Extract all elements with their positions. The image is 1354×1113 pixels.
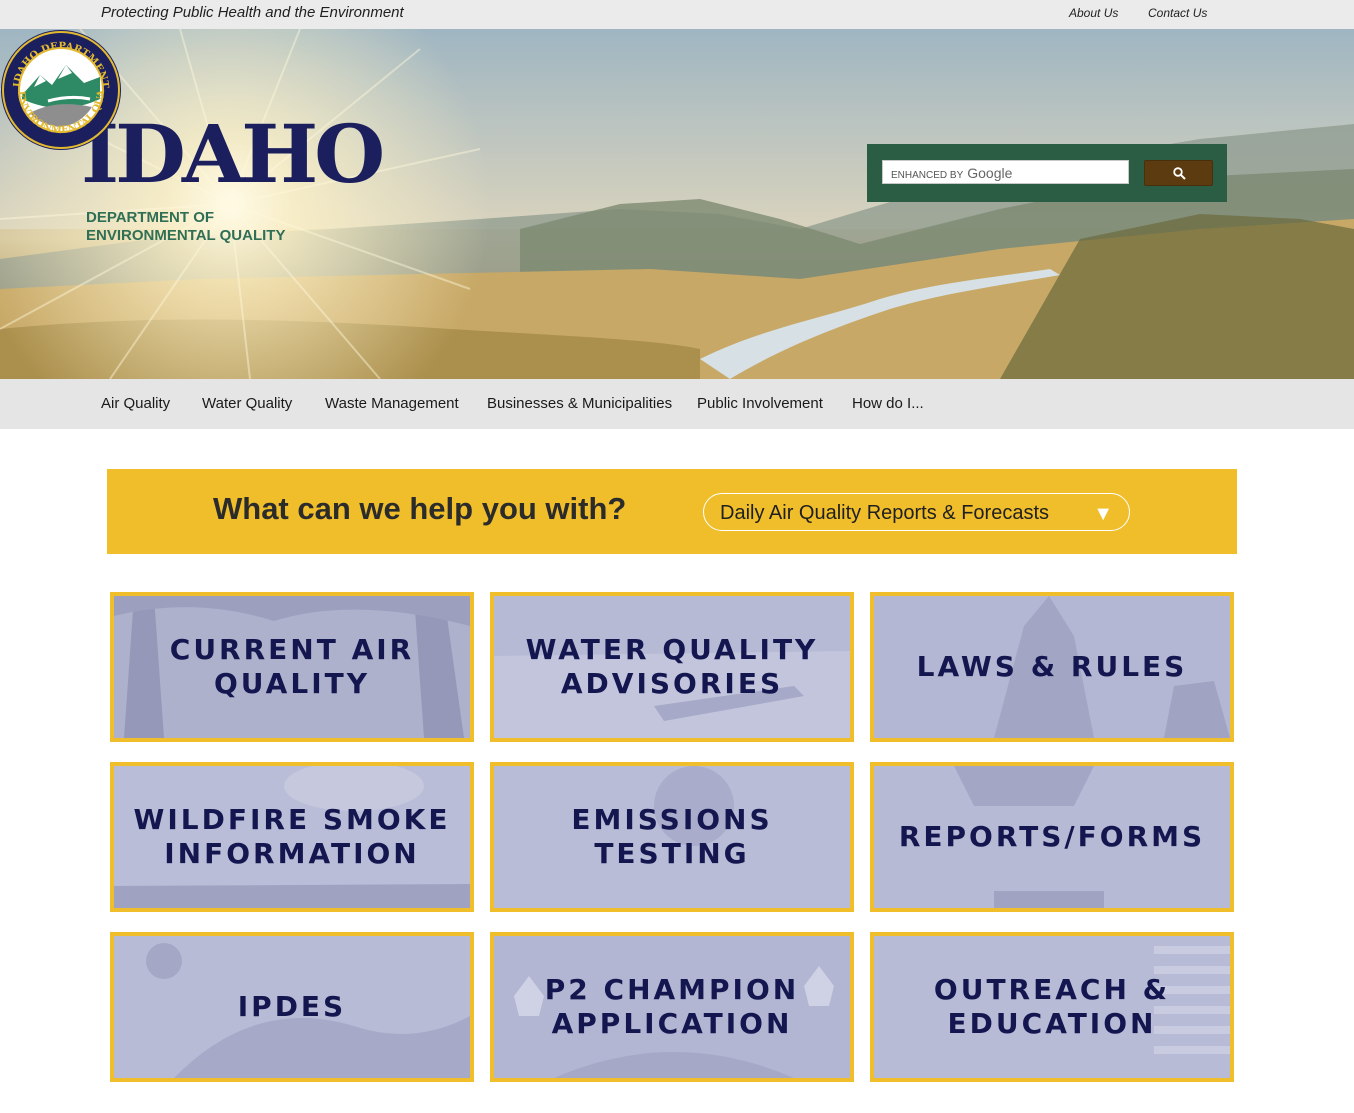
nav-air-quality[interactable]: Air Quality <box>101 395 170 412</box>
tile-reports-forms[interactable]: REPORTS/FORMS <box>870 762 1234 912</box>
hero-banner: IDAHO DEPARTMENT OF ENVIRONMENTAL QUALIT… <box>0 29 1354 379</box>
contact-us-link[interactable]: Contact Us <box>1148 6 1207 20</box>
help-topic-select[interactable]: Daily Air Quality Reports & Forecasts ▼ <box>703 493 1130 531</box>
deq-seal-icon: IDAHO DEPARTMENT OF ENVIRONMENTAL QUALIT… <box>0 29 121 150</box>
top-utility-bar: Protecting Public Health and the Environ… <box>0 0 1354 29</box>
tile-wildfire-smoke-information[interactable]: WILDFIRE SMOKE INFORMATION <box>110 762 474 912</box>
department-name: DEPARTMENT OF ENVIRONMENTAL QUALITY <box>86 209 285 245</box>
search-input[interactable] <box>882 160 1129 184</box>
idaho-logo[interactable]: IDAHO <box>81 114 385 194</box>
tile-p2-champion-application[interactable]: P2 CHAMPION APPLICATION <box>490 932 854 1082</box>
tile-label: P2 CHAMPION APPLICATION <box>544 973 800 1040</box>
tile-label: LAWS & RULES <box>916 650 1188 683</box>
nav-businesses-municipalities[interactable]: Businesses & Municipalities <box>487 395 672 412</box>
site-tagline: Protecting Public Health and the Environ… <box>101 4 404 21</box>
search-icon <box>1173 167 1186 180</box>
nav-how-do-i[interactable]: How do I... <box>852 395 924 412</box>
nav-water-quality[interactable]: Water Quality <box>202 395 292 412</box>
help-question: What can we help you with? <box>213 491 627 526</box>
dropdown-arrow-icon: ▼ <box>1093 503 1113 525</box>
department-name-line1: DEPARTMENT OF <box>86 209 215 226</box>
nav-public-involvement[interactable]: Public Involvement <box>697 395 823 412</box>
tile-water-quality-advisories[interactable]: WATER QUALITY ADVISORIES <box>490 592 854 742</box>
tile-label: OUTREACH & EDUCATION <box>933 973 1171 1040</box>
department-name-line2: ENVIRONMENTAL QUALITY <box>86 227 286 244</box>
tile-label: EMISSIONS TESTING <box>571 803 773 870</box>
search-button[interactable] <box>1144 160 1213 186</box>
tile-label: WILDFIRE SMOKE INFORMATION <box>133 803 451 870</box>
tile-current-air-quality[interactable]: CURRENT AIR QUALITY <box>110 592 474 742</box>
tile-outreach-education[interactable]: OUTREACH & EDUCATION <box>870 932 1234 1082</box>
tile-label: REPORTS/FORMS <box>898 820 1206 853</box>
landscape-illustration <box>0 29 1354 379</box>
nav-waste-management[interactable]: Waste Management <box>325 395 459 412</box>
help-banner: What can we help you with? Daily Air Qua… <box>107 469 1237 554</box>
tile-label: WATER QUALITY ADVISORIES <box>525 633 819 700</box>
help-topic-selected: Daily Air Quality Reports & Forecasts <box>720 502 1049 524</box>
tile-ipdes[interactable]: IPDES <box>110 932 474 1082</box>
tile-laws-rules[interactable]: LAWS & RULES <box>870 592 1234 742</box>
tile-emissions-testing[interactable]: EMISSIONS TESTING <box>490 762 854 912</box>
tile-label: IPDES <box>237 990 347 1023</box>
site-search: ENHANCED BY Google <box>867 144 1227 202</box>
about-us-link[interactable]: About Us <box>1069 6 1118 20</box>
tile-label: CURRENT AIR QUALITY <box>169 633 415 700</box>
main-navigation: Air Quality Water Quality Waste Manageme… <box>0 379 1354 429</box>
